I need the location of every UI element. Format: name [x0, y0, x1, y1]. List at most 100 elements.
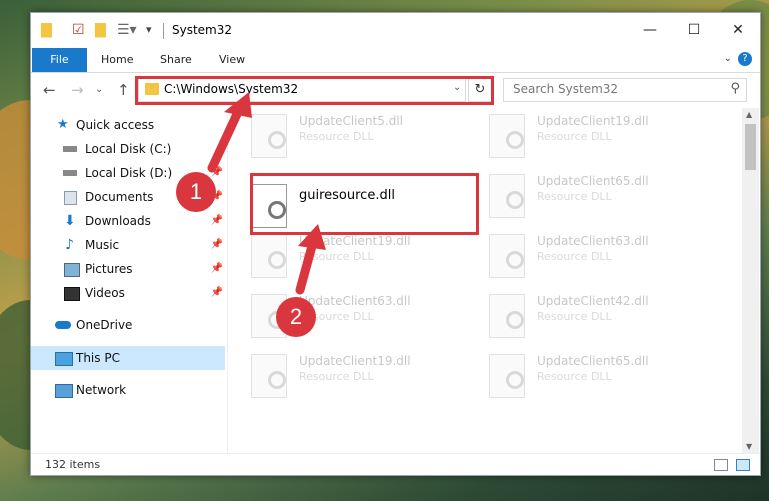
- file-type: Resource DLL: [299, 370, 374, 383]
- step-2-marker: 2: [276, 297, 316, 337]
- pin-icon: 📌: [210, 215, 223, 226]
- properties-icon[interactable]: ☑: [72, 22, 85, 38]
- sidebar-item-videos[interactable]: Videos 📌: [31, 281, 225, 305]
- details-view-icon[interactable]: [714, 459, 728, 471]
- new-folder-icon[interactable]: ▇: [95, 22, 106, 38]
- expand-ribbon-icon[interactable]: ⌄: [724, 53, 732, 64]
- window-title: System32: [172, 23, 233, 37]
- pane-divider: [227, 108, 228, 453]
- drive-icon: [63, 146, 77, 152]
- sidebar-item-label: Pictures: [85, 262, 133, 276]
- file-type: Resource DLL: [299, 130, 374, 143]
- sidebar-item-label: This PC: [76, 351, 120, 365]
- file-highlight-box: [250, 173, 479, 235]
- file-item[interactable]: UpdateClient65.dll Resource DLL: [477, 348, 697, 406]
- explorer-window: ▇ ☑ ▇ ☰▾ ▾ System32 — ☐ ✕ File Home Shar…: [30, 12, 761, 476]
- status-bar: 132 items: [31, 453, 760, 476]
- gear-icon: [268, 371, 286, 389]
- sidebar-item-label: Documents: [85, 190, 154, 204]
- star-icon: ★: [57, 117, 69, 132]
- sidebar-item-pictures[interactable]: Pictures 📌: [31, 257, 225, 281]
- file-name: UpdateClient5.dll: [299, 114, 403, 128]
- gear-icon: [506, 191, 524, 209]
- dll-file-icon: [489, 294, 525, 338]
- large-icons-view-icon[interactable]: [736, 459, 750, 471]
- dll-file-icon: [251, 234, 287, 278]
- sidebar-item-label: Local Disk (C:): [85, 142, 172, 156]
- gear-icon: [506, 371, 524, 389]
- file-name: UpdateClient19.dll: [299, 234, 411, 248]
- file-item[interactable]: UpdateClient19.dll Resource DLL: [239, 348, 459, 406]
- scrollbar-thumb[interactable]: [745, 124, 756, 170]
- network-icon: [55, 384, 73, 398]
- file-name: UpdateClient42.dll: [537, 294, 649, 308]
- tab-share[interactable]: Share: [160, 48, 192, 72]
- file-type: Resource DLL: [299, 250, 374, 263]
- gear-icon: [506, 251, 524, 269]
- dll-file-icon: [489, 114, 525, 158]
- sidebar-item-label: Downloads: [85, 214, 151, 228]
- customize-toolbar-icon[interactable]: ☰▾: [117, 22, 137, 38]
- sidebar-item-this-pc[interactable]: This PC: [31, 346, 225, 370]
- up-button[interactable]: ↑: [117, 81, 130, 99]
- file-type: Resource DLL: [537, 130, 612, 143]
- file-item[interactable]: UpdateClient63.dll Resource DLL: [477, 228, 697, 286]
- sidebar-item-label: OneDrive: [76, 318, 133, 332]
- step-1-marker: 1: [176, 172, 216, 212]
- sidebar-item-local-disk-c[interactable]: Local Disk (C:): [31, 137, 225, 161]
- file-name: UpdateClient65.dll: [537, 174, 649, 188]
- file-type: Resource DLL: [537, 310, 612, 323]
- cloud-icon: [55, 321, 71, 329]
- forward-button[interactable]: →: [71, 81, 84, 99]
- file-name: UpdateClient19.dll: [299, 354, 411, 368]
- file-item[interactable]: UpdateClient19.dll Resource DLL: [477, 108, 697, 166]
- sidebar-item-quick-access[interactable]: ★ Quick access: [31, 113, 225, 137]
- file-item[interactable]: UpdateClient65.dll Resource DLL: [477, 168, 697, 226]
- drive-icon: [63, 170, 77, 176]
- file-name: UpdateClient65.dll: [537, 354, 649, 368]
- file-item[interactable]: UpdateClient5.dll Resource DLL: [239, 108, 459, 166]
- help-button[interactable]: ?: [738, 52, 752, 66]
- close-button[interactable]: ✕: [716, 13, 760, 48]
- title-separator: [163, 23, 164, 39]
- back-button[interactable]: ←: [43, 81, 56, 99]
- file-type: Resource DLL: [537, 190, 612, 203]
- tab-home[interactable]: Home: [101, 48, 133, 72]
- sidebar-item-label: Network: [76, 383, 127, 397]
- sidebar-item-network[interactable]: Network: [31, 378, 225, 402]
- sidebar-item-onedrive[interactable]: OneDrive: [31, 313, 225, 337]
- recent-locations-icon[interactable]: ⌄: [95, 84, 103, 95]
- file-name: UpdateClient19.dll: [537, 114, 649, 128]
- maximize-button[interactable]: ☐: [672, 13, 716, 48]
- dll-file-icon: [489, 354, 525, 398]
- download-icon: ⬇: [64, 213, 76, 229]
- file-type: Resource DLL: [537, 370, 612, 383]
- file-item[interactable]: UpdateClient42.dll Resource DLL: [477, 288, 697, 346]
- music-icon: ♪: [65, 237, 74, 253]
- file-tab[interactable]: File: [32, 48, 87, 72]
- file-list: UpdateClient5.dll Resource DLL UpdateCli…: [239, 108, 742, 453]
- tab-view[interactable]: View: [219, 48, 245, 72]
- navigation-pane: ★ Quick access Local Disk (C:) Local Dis…: [31, 108, 227, 448]
- gear-icon: [268, 251, 286, 269]
- search-placeholder: Search System32: [513, 82, 619, 96]
- gear-icon: [268, 131, 286, 149]
- item-count: 132 items: [45, 458, 101, 471]
- file-type: Resource DLL: [537, 250, 612, 263]
- sidebar-item-label: Music: [85, 238, 120, 252]
- title-bar: ▇ ☑ ▇ ☰▾ ▾ System32 — ☐ ✕: [31, 13, 760, 48]
- file-item[interactable]: UpdateClient19.dll Resource DLL: [239, 228, 459, 286]
- search-box[interactable]: Search System32 ⚲: [503, 78, 747, 102]
- gear-icon: [506, 131, 524, 149]
- minimize-button[interactable]: —: [628, 13, 672, 48]
- sidebar-item-music[interactable]: ♪ Music 📌: [31, 233, 225, 257]
- vertical-scrollbar[interactable]: ▲ ▼: [742, 108, 759, 453]
- pin-icon: 📌: [210, 239, 223, 250]
- quick-access-dropdown-icon[interactable]: ▾: [146, 22, 152, 38]
- pictures-icon: [64, 263, 80, 277]
- file-item[interactable]: UpdateClient63.dll Resource DLL: [239, 288, 459, 346]
- sidebar-item-downloads[interactable]: ⬇ Downloads 📌: [31, 209, 225, 233]
- scroll-down-icon[interactable]: ▼: [746, 442, 752, 451]
- scroll-up-icon[interactable]: ▲: [746, 110, 752, 119]
- address-highlight-box: [135, 76, 494, 105]
